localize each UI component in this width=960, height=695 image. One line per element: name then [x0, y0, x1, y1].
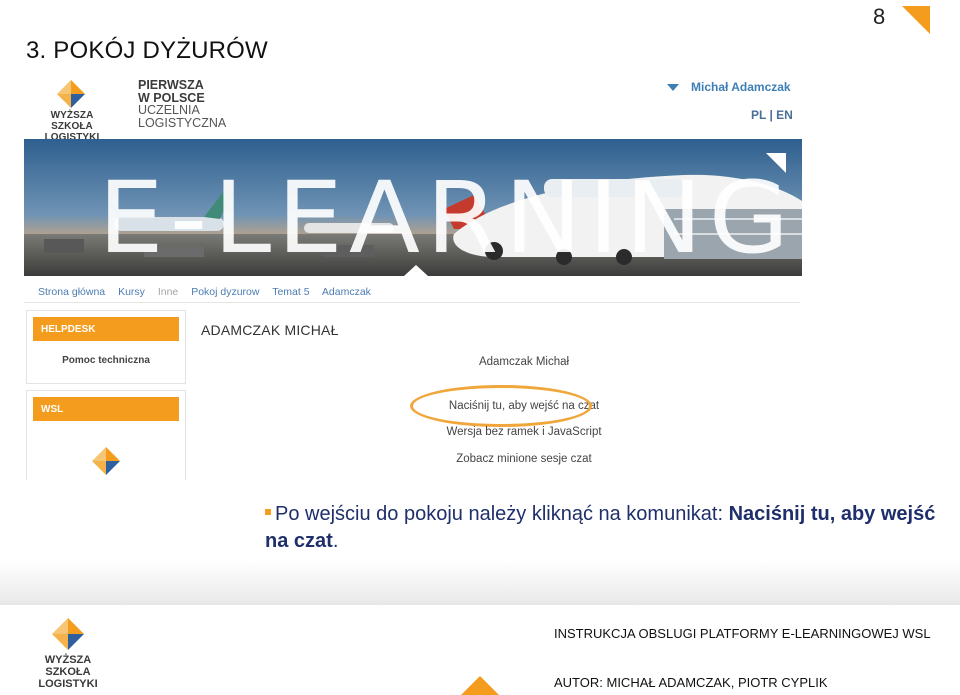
wsl-logo-icon	[92, 447, 120, 475]
footer-logo: WYŻSZA SZKOŁA LOGISTYKI	[22, 618, 114, 690]
footer-fade	[0, 560, 960, 605]
past-sessions-link[interactable]: Zobacz minione sesje czat	[404, 453, 644, 465]
site-slogan: PIERWSZA W POLSCE UCZELNIA LOGISTYCZNA	[138, 78, 227, 130]
nav-duty-room[interactable]: Pokoj dyzurow	[191, 286, 259, 298]
site-logo[interactable]: WYŻSZA SZKOŁA LOGISTYKI	[29, 80, 109, 143]
user-name[interactable]: Michał Adamczak	[691, 80, 791, 94]
instruction-caption: Po wejściu do pokoju należy kliknąć na k…	[265, 503, 936, 552]
page-number: 8	[873, 4, 886, 29]
user-menu[interactable]: Michał Adamczak	[667, 80, 791, 94]
slide-title: 3. POKÓJ DYŻURÓW	[26, 37, 268, 64]
chevron-down-icon	[667, 84, 679, 92]
elearning-banner: E-LEARNING	[24, 139, 802, 276]
banner-notch	[404, 265, 428, 276]
helpdesk-block-title: HELPDESK	[33, 317, 179, 341]
no-frames-link[interactable]: Wersja bez ramek i JavaScript	[404, 426, 644, 438]
wsl-logo-icon	[57, 80, 85, 108]
highlight-oval	[410, 385, 592, 427]
footer-triangle-icon	[460, 676, 500, 695]
nav-other[interactable]: Inne	[158, 286, 178, 298]
wsl-logo-icon	[52, 618, 84, 650]
footer-authors: AUTOR: MICHAŁ ADAMCZAK, PIOTR CYPLIK	[554, 675, 828, 690]
breadcrumb: Strona główna Kursy Inne Pokoj dyzurow T…	[38, 286, 381, 298]
helpdesk-block: HELPDESK Pomoc techniczna	[26, 310, 186, 384]
elearning-screenshot: WYŻSZA SZKOŁA LOGISTYKI PIERWSZA W POLSC…	[24, 70, 804, 480]
profile-name: ADAMCZAK MICHAŁ	[201, 322, 339, 338]
nav-home[interactable]: Strona główna	[38, 286, 105, 298]
helpdesk-link[interactable]: Pomoc techniczna	[27, 341, 185, 366]
footer-instructions: INSTRUKCJA OBSLUGI PLATFORMY E-LEARNINGO…	[554, 626, 931, 641]
chat-user: Adamczak Michał	[478, 356, 570, 368]
language-switch[interactable]: PL | EN	[751, 108, 793, 122]
nav-divider	[24, 302, 800, 303]
nav-topic-5[interactable]: Temat 5	[272, 286, 309, 298]
footer-logo-text: WYŻSZA SZKOŁA LOGISTYKI	[38, 654, 98, 690]
nav-courses[interactable]: Kursy	[118, 286, 145, 298]
banner-title: E-LEARNING	[98, 160, 796, 276]
corner-triangle-icon	[902, 6, 930, 34]
wsl-block: WSL	[26, 390, 186, 480]
bullet-icon	[265, 509, 271, 515]
wsl-block-title: WSL	[33, 397, 179, 421]
nav-adamczak[interactable]: Adamczak	[322, 286, 371, 298]
